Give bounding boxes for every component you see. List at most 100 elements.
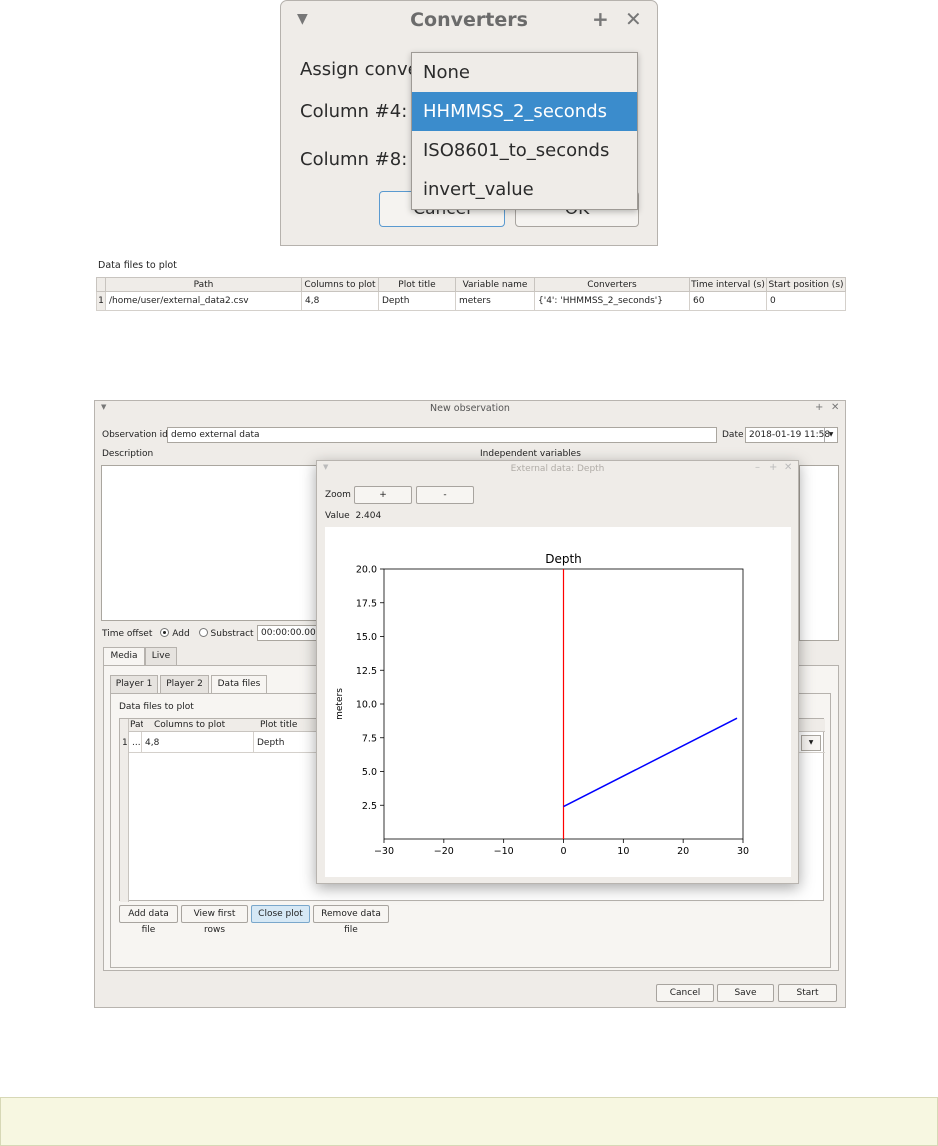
external-data-window: ▼ External data: Depth – + ✕ Zoom + - Va… (316, 460, 799, 884)
cell-converters[interactable]: {'4': 'HHMMSS_2_seconds'} (534, 291, 690, 311)
start-button[interactable]: Start (778, 984, 837, 1002)
time-offset-text: Time offset (102, 629, 153, 639)
y-tick-label: 17.5 (356, 598, 377, 609)
option-invert-value[interactable]: invert_value (412, 170, 637, 209)
inner-cell-columns[interactable]: 4,8 (145, 738, 159, 748)
date-label: Date (722, 430, 744, 440)
inner-col-header-path[interactable]: Path (130, 720, 143, 730)
observation-id-input[interactable]: demo external data (167, 427, 717, 443)
tab-live[interactable]: Live (145, 647, 177, 665)
minimize-icon[interactable]: – (755, 462, 760, 473)
zoom-in-button[interactable]: + (354, 486, 412, 504)
date-value: 2018-01-19 11:58 (749, 430, 831, 440)
chevron-down-icon[interactable]: ▼ (824, 428, 837, 442)
cell-path[interactable]: /home/user/external_data2.csv (105, 291, 302, 311)
inner-row-number: 1 (122, 738, 128, 748)
time-offset-label: Time offset Add Substract (102, 628, 254, 639)
y-tick-label: 15.0 (356, 632, 377, 643)
radio-off-icon (198, 628, 208, 637)
zoom-out-button[interactable]: - (416, 486, 474, 504)
x-tick-label: 30 (737, 846, 749, 857)
y-tick-label: 20.0 (356, 565, 377, 576)
y-tick-label: 2.5 (362, 801, 377, 812)
col-header-converters[interactable]: Converters (534, 277, 690, 292)
y-tick-label: 12.5 (356, 666, 377, 677)
option-hhmmss-2-seconds[interactable]: HHMMSS_2_seconds (412, 92, 637, 131)
maximize-icon[interactable]: + (592, 7, 609, 31)
inner-col-header-plot-title[interactable]: Plot title (260, 720, 297, 730)
inner-data-files-caption: Data files to plot (119, 702, 194, 712)
inner-cell-path[interactable]: ... (132, 738, 141, 748)
col-header-plot-title[interactable]: Plot title (378, 277, 456, 292)
description-textarea[interactable] (101, 465, 317, 621)
add-radio[interactable]: Add (160, 628, 190, 639)
row-number: 1 (96, 291, 106, 311)
depth-chart[interactable]: Depth meters −30 −20 −10 0 10 20 30 2.5 5.0 7.5 10.0… (325, 527, 791, 877)
option-none[interactable]: None (412, 53, 637, 92)
col-header-variable[interactable]: Variable name (455, 277, 535, 292)
subtab-data-files[interactable]: Data files (211, 675, 267, 693)
add-data-file-button[interactable]: Add data file (119, 905, 178, 935)
note-box (0, 1097, 938, 1146)
cell-columns[interactable]: 4,8 (301, 291, 379, 311)
close-icon[interactable]: ✕ (625, 7, 642, 31)
x-tick-label: −20 (434, 846, 454, 857)
col-header-columns[interactable]: Columns to plot (301, 277, 379, 292)
data-files-caption: Data files to plot (98, 260, 177, 271)
table-row: 1 /home/user/external_data2.csv 4,8 Dept… (96, 291, 846, 311)
subtract-radio-label: Substract (210, 629, 254, 639)
col-header-start-position[interactable]: Start position (s) (766, 277, 846, 292)
x-tick-label: 20 (677, 846, 689, 857)
date-input[interactable]: 2018-01-19 11:58 ▼ (745, 427, 838, 443)
x-tick-label: −30 (374, 846, 394, 857)
time-offset-input[interactable]: 00:00:00.000 (257, 625, 321, 641)
y-tick-label: 5.0 (362, 767, 377, 778)
cancel-button[interactable]: Cancel (656, 984, 714, 1002)
zoom-label: Zoom (325, 490, 351, 500)
series-line-0 (563, 717, 738, 808)
maximize-icon[interactable]: + (769, 462, 777, 473)
observation-id-label: Observation id (102, 430, 168, 440)
column4-label: Column #4: (300, 101, 408, 122)
close-icon[interactable]: ✕ (784, 462, 792, 473)
maximize-icon[interactable]: + (815, 402, 823, 413)
view-first-rows-button[interactable]: View first rows (181, 905, 248, 935)
option-iso8601-to-seconds[interactable]: ISO8601_to_seconds (412, 131, 637, 170)
cell-time-interval[interactable]: 60 (689, 291, 767, 311)
close-plot-button[interactable]: Close plot (251, 905, 310, 923)
remove-data-file-button[interactable]: Remove data file (313, 905, 389, 935)
value-readout: Value 2.404 (325, 511, 381, 521)
subtract-radio[interactable]: Substract (198, 628, 254, 639)
col-header-path[interactable]: Path (105, 277, 302, 292)
converters-titlebar: ▼ Converters + ✕ (281, 1, 657, 41)
radio-on-icon (160, 628, 170, 637)
new-observation-title: New observation (430, 403, 510, 414)
tab-media[interactable]: Media (103, 647, 145, 665)
subtab-player-2[interactable]: Player 2 (160, 675, 209, 693)
data-files-table: Path Columns to plot Plot title Variable… (96, 277, 846, 311)
cell-variable[interactable]: meters (455, 291, 535, 311)
col-header-time-interval[interactable]: Time interval (s) (689, 277, 767, 292)
subtab-player-1[interactable]: Player 1 (110, 675, 158, 693)
depth-chart-svg: Depth meters −30 −20 −10 0 10 20 30 2.5 5.0 7.5 10.0… (335, 552, 749, 857)
inner-cell-plot-title[interactable]: Depth (257, 738, 284, 748)
save-button[interactable]: Save (717, 984, 774, 1002)
assign-converter-label: Assign conve (300, 59, 419, 80)
chart-title: Depth (545, 552, 582, 566)
y-tick-label: 7.5 (362, 733, 377, 744)
y-axis-label: meters (335, 688, 345, 720)
converter-dropdown-list: None HHMMSS_2_seconds ISO8601_to_seconds… (411, 52, 638, 210)
external-data-title: External data: Depth (510, 464, 605, 474)
description-label: Description (102, 449, 154, 459)
corner-cell (96, 277, 106, 292)
inner-col-header-columns[interactable]: Columns to plot (154, 720, 225, 730)
chevron-down-icon[interactable]: ▼ (801, 735, 821, 751)
x-tick-label: −10 (494, 846, 514, 857)
close-icon[interactable]: ✕ (831, 402, 839, 413)
cell-plot-title[interactable]: Depth (378, 291, 456, 311)
independent-variables-table[interactable] (799, 465, 839, 641)
x-tick-label: 10 (617, 846, 629, 857)
cell-start-position[interactable]: 0 (766, 291, 846, 311)
value-number: 2.404 (355, 511, 382, 521)
column8-label: Column #8: (300, 149, 408, 170)
